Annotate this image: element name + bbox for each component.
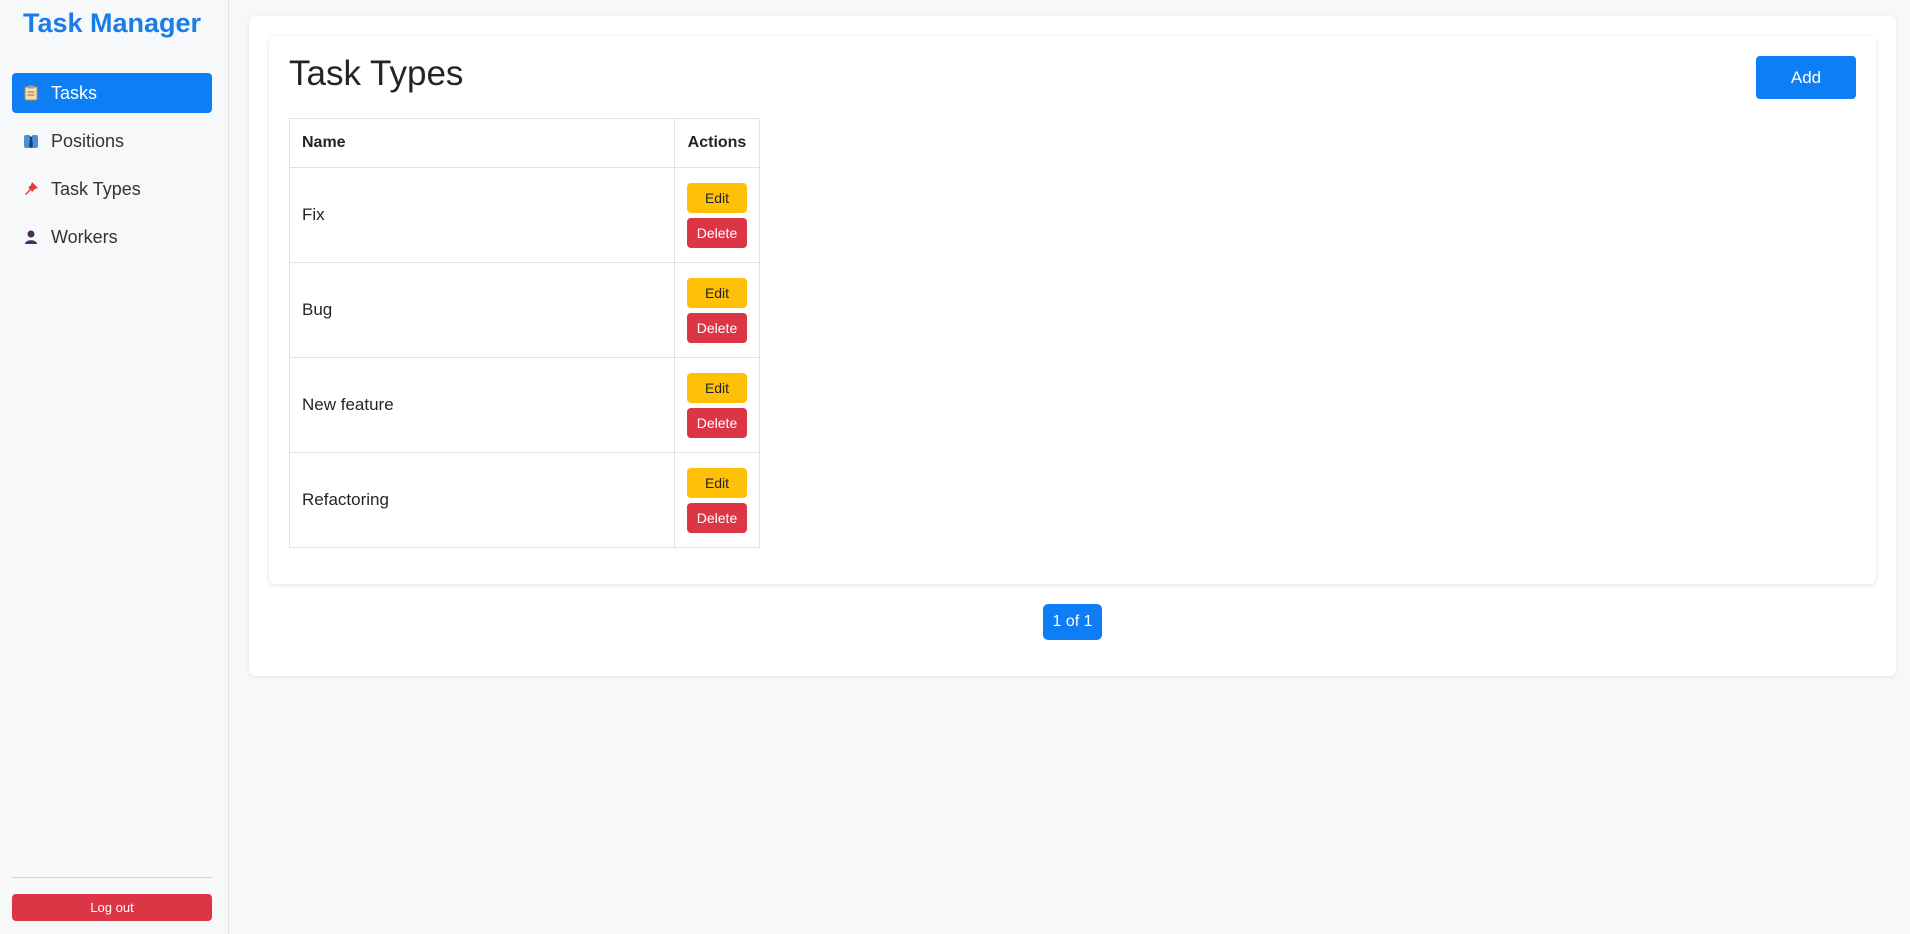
table-row: Bug Edit Delete xyxy=(289,262,760,358)
table-header-row: Name Actions xyxy=(289,118,760,168)
sidebar-divider xyxy=(12,877,212,878)
sidebar-item-tasks[interactable]: Tasks xyxy=(12,73,212,113)
table-row: Fix Edit Delete xyxy=(289,167,760,263)
page-title: Task Types xyxy=(289,54,464,93)
edit-button[interactable]: Edit xyxy=(687,182,747,213)
row-actions: Edit Delete xyxy=(674,167,760,263)
delete-button[interactable]: Delete xyxy=(687,502,747,533)
sidebar: Task Manager Tasks Positions Task Types … xyxy=(0,0,229,934)
task-types-table: Name Actions Fix Edit Delete Bug Edit De… xyxy=(289,118,760,548)
sidebar-nav: Tasks Positions Task Types Workers xyxy=(12,73,212,265)
sidebar-item-label: Task Types xyxy=(51,178,141,199)
sidebar-item-task-types[interactable]: Task Types xyxy=(12,169,212,209)
pushpin-icon xyxy=(23,181,39,197)
edit-button[interactable]: Edit xyxy=(687,277,747,308)
task-type-name: Fix xyxy=(289,167,675,263)
task-type-name: Refactoring xyxy=(289,452,675,548)
sidebar-item-positions[interactable]: Positions xyxy=(12,121,212,161)
edit-button[interactable]: Edit xyxy=(687,467,747,498)
sidebar-item-label: Workers xyxy=(51,226,118,247)
column-header-name: Name xyxy=(289,118,675,168)
app-title: Task Manager xyxy=(22,8,202,38)
row-actions: Edit Delete xyxy=(674,452,760,548)
sidebar-item-label: Tasks xyxy=(51,82,98,103)
main-panel: Task Types Add Name Actions Fix Edit Del… xyxy=(249,16,1896,676)
row-actions: Edit Delete xyxy=(674,357,760,453)
delete-button[interactable]: Delete xyxy=(687,312,747,343)
tie-icon xyxy=(23,133,39,149)
add-button[interactable]: Add xyxy=(1756,56,1856,99)
logout-button[interactable]: Log out xyxy=(12,894,212,921)
table-row: Refactoring Edit Delete xyxy=(289,452,760,548)
sidebar-item-workers[interactable]: Workers xyxy=(12,217,212,257)
sidebar-item-label: Positions xyxy=(51,130,125,151)
task-type-name: Bug xyxy=(289,262,675,358)
pagination-button[interactable]: 1 of 1 xyxy=(1043,604,1102,640)
clipboard-icon xyxy=(23,85,39,101)
task-types-card: Task Types Add Name Actions Fix Edit Del… xyxy=(269,36,1876,584)
row-actions: Edit Delete xyxy=(674,262,760,358)
edit-button[interactable]: Edit xyxy=(687,372,747,403)
delete-button[interactable]: Delete xyxy=(687,217,747,248)
person-icon xyxy=(23,229,39,245)
column-header-actions: Actions xyxy=(674,118,760,168)
delete-button[interactable]: Delete xyxy=(687,407,747,438)
table-row: New feature Edit Delete xyxy=(289,357,760,453)
task-type-name: New feature xyxy=(289,357,675,453)
